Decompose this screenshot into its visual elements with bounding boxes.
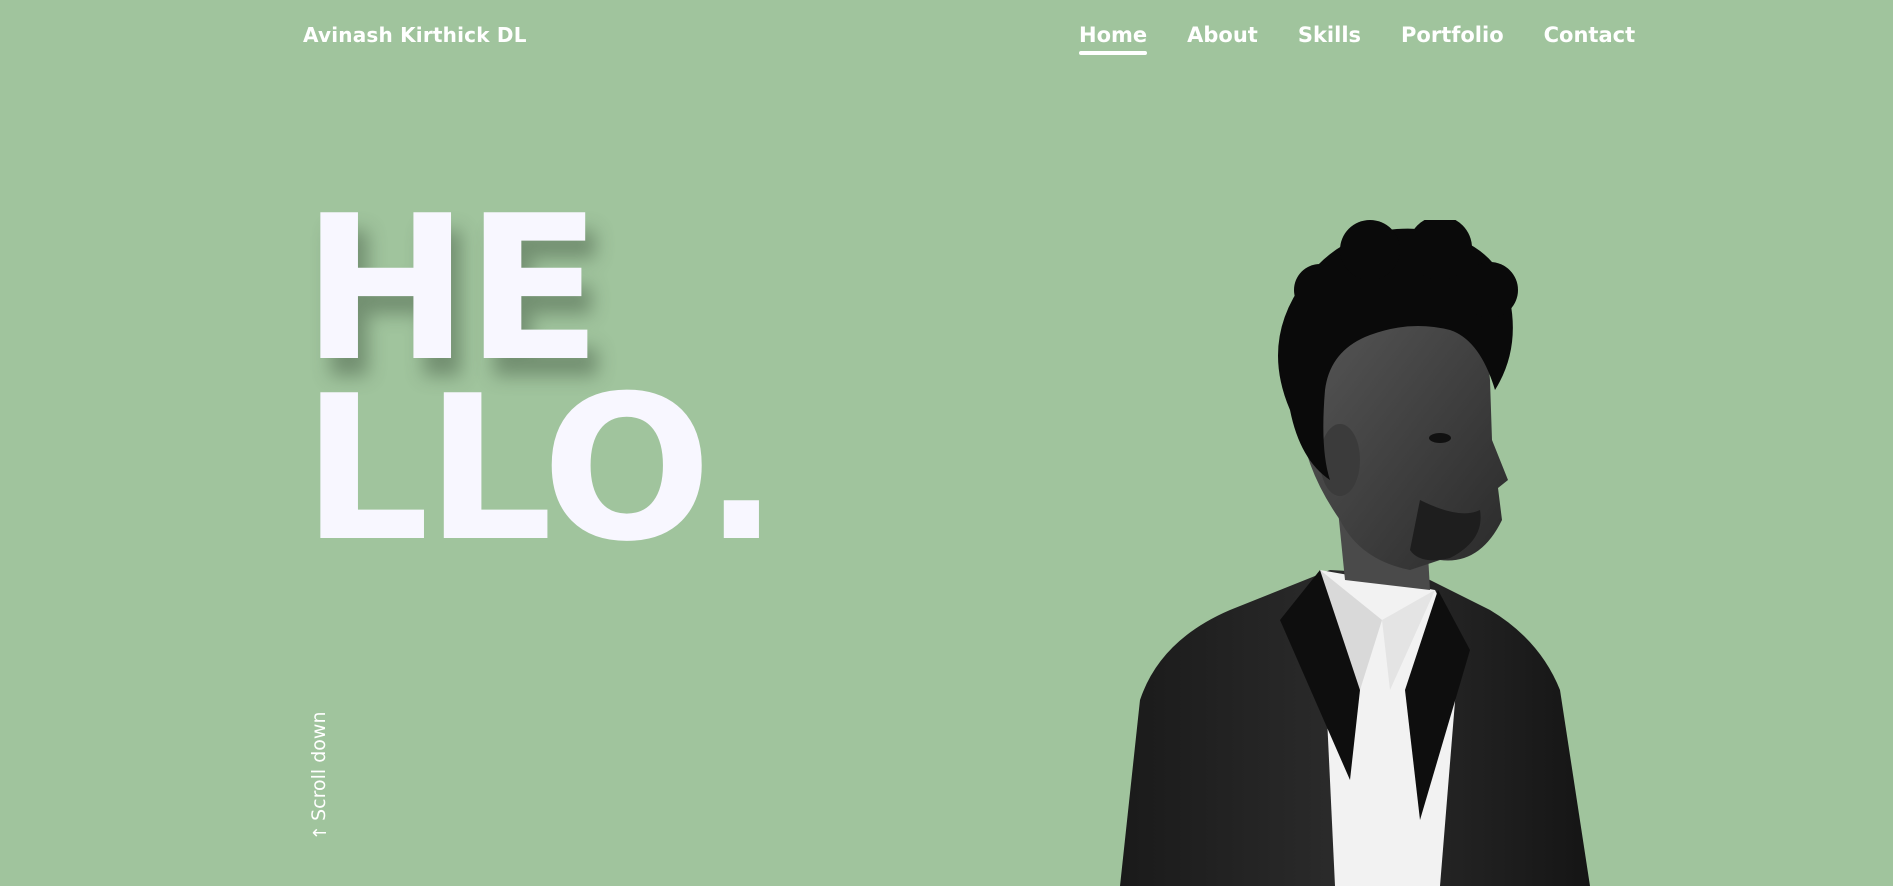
nav-link-about[interactable]: About [1187, 23, 1258, 61]
brand-name[interactable]: Avinash Kirthick DL [303, 23, 527, 47]
profile-portrait [1120, 220, 1600, 886]
scroll-down-label: Scroll down [308, 711, 330, 821]
scroll-down-link[interactable]: → Scroll down [306, 700, 334, 843]
scroll-down-content: → Scroll down [308, 711, 330, 843]
arrow-down-icon: → [311, 821, 327, 843]
nav-link-home[interactable]: Home [1079, 23, 1148, 61]
hero-heading: HE LLO. [302, 190, 779, 586]
page: Avinash Kirthick DL Home About Skills Po… [0, 0, 1893, 886]
nav-link-skills[interactable]: Skills [1298, 23, 1361, 61]
nav-link-contact[interactable]: Contact [1544, 23, 1636, 61]
nav-link-portfolio[interactable]: Portfolio [1401, 23, 1504, 61]
hero-heading-line-2: LLO. [302, 353, 779, 586]
portrait-illustration [1120, 220, 1590, 886]
main-nav: Home About Skills Portfolio Contact [1079, 23, 1635, 61]
